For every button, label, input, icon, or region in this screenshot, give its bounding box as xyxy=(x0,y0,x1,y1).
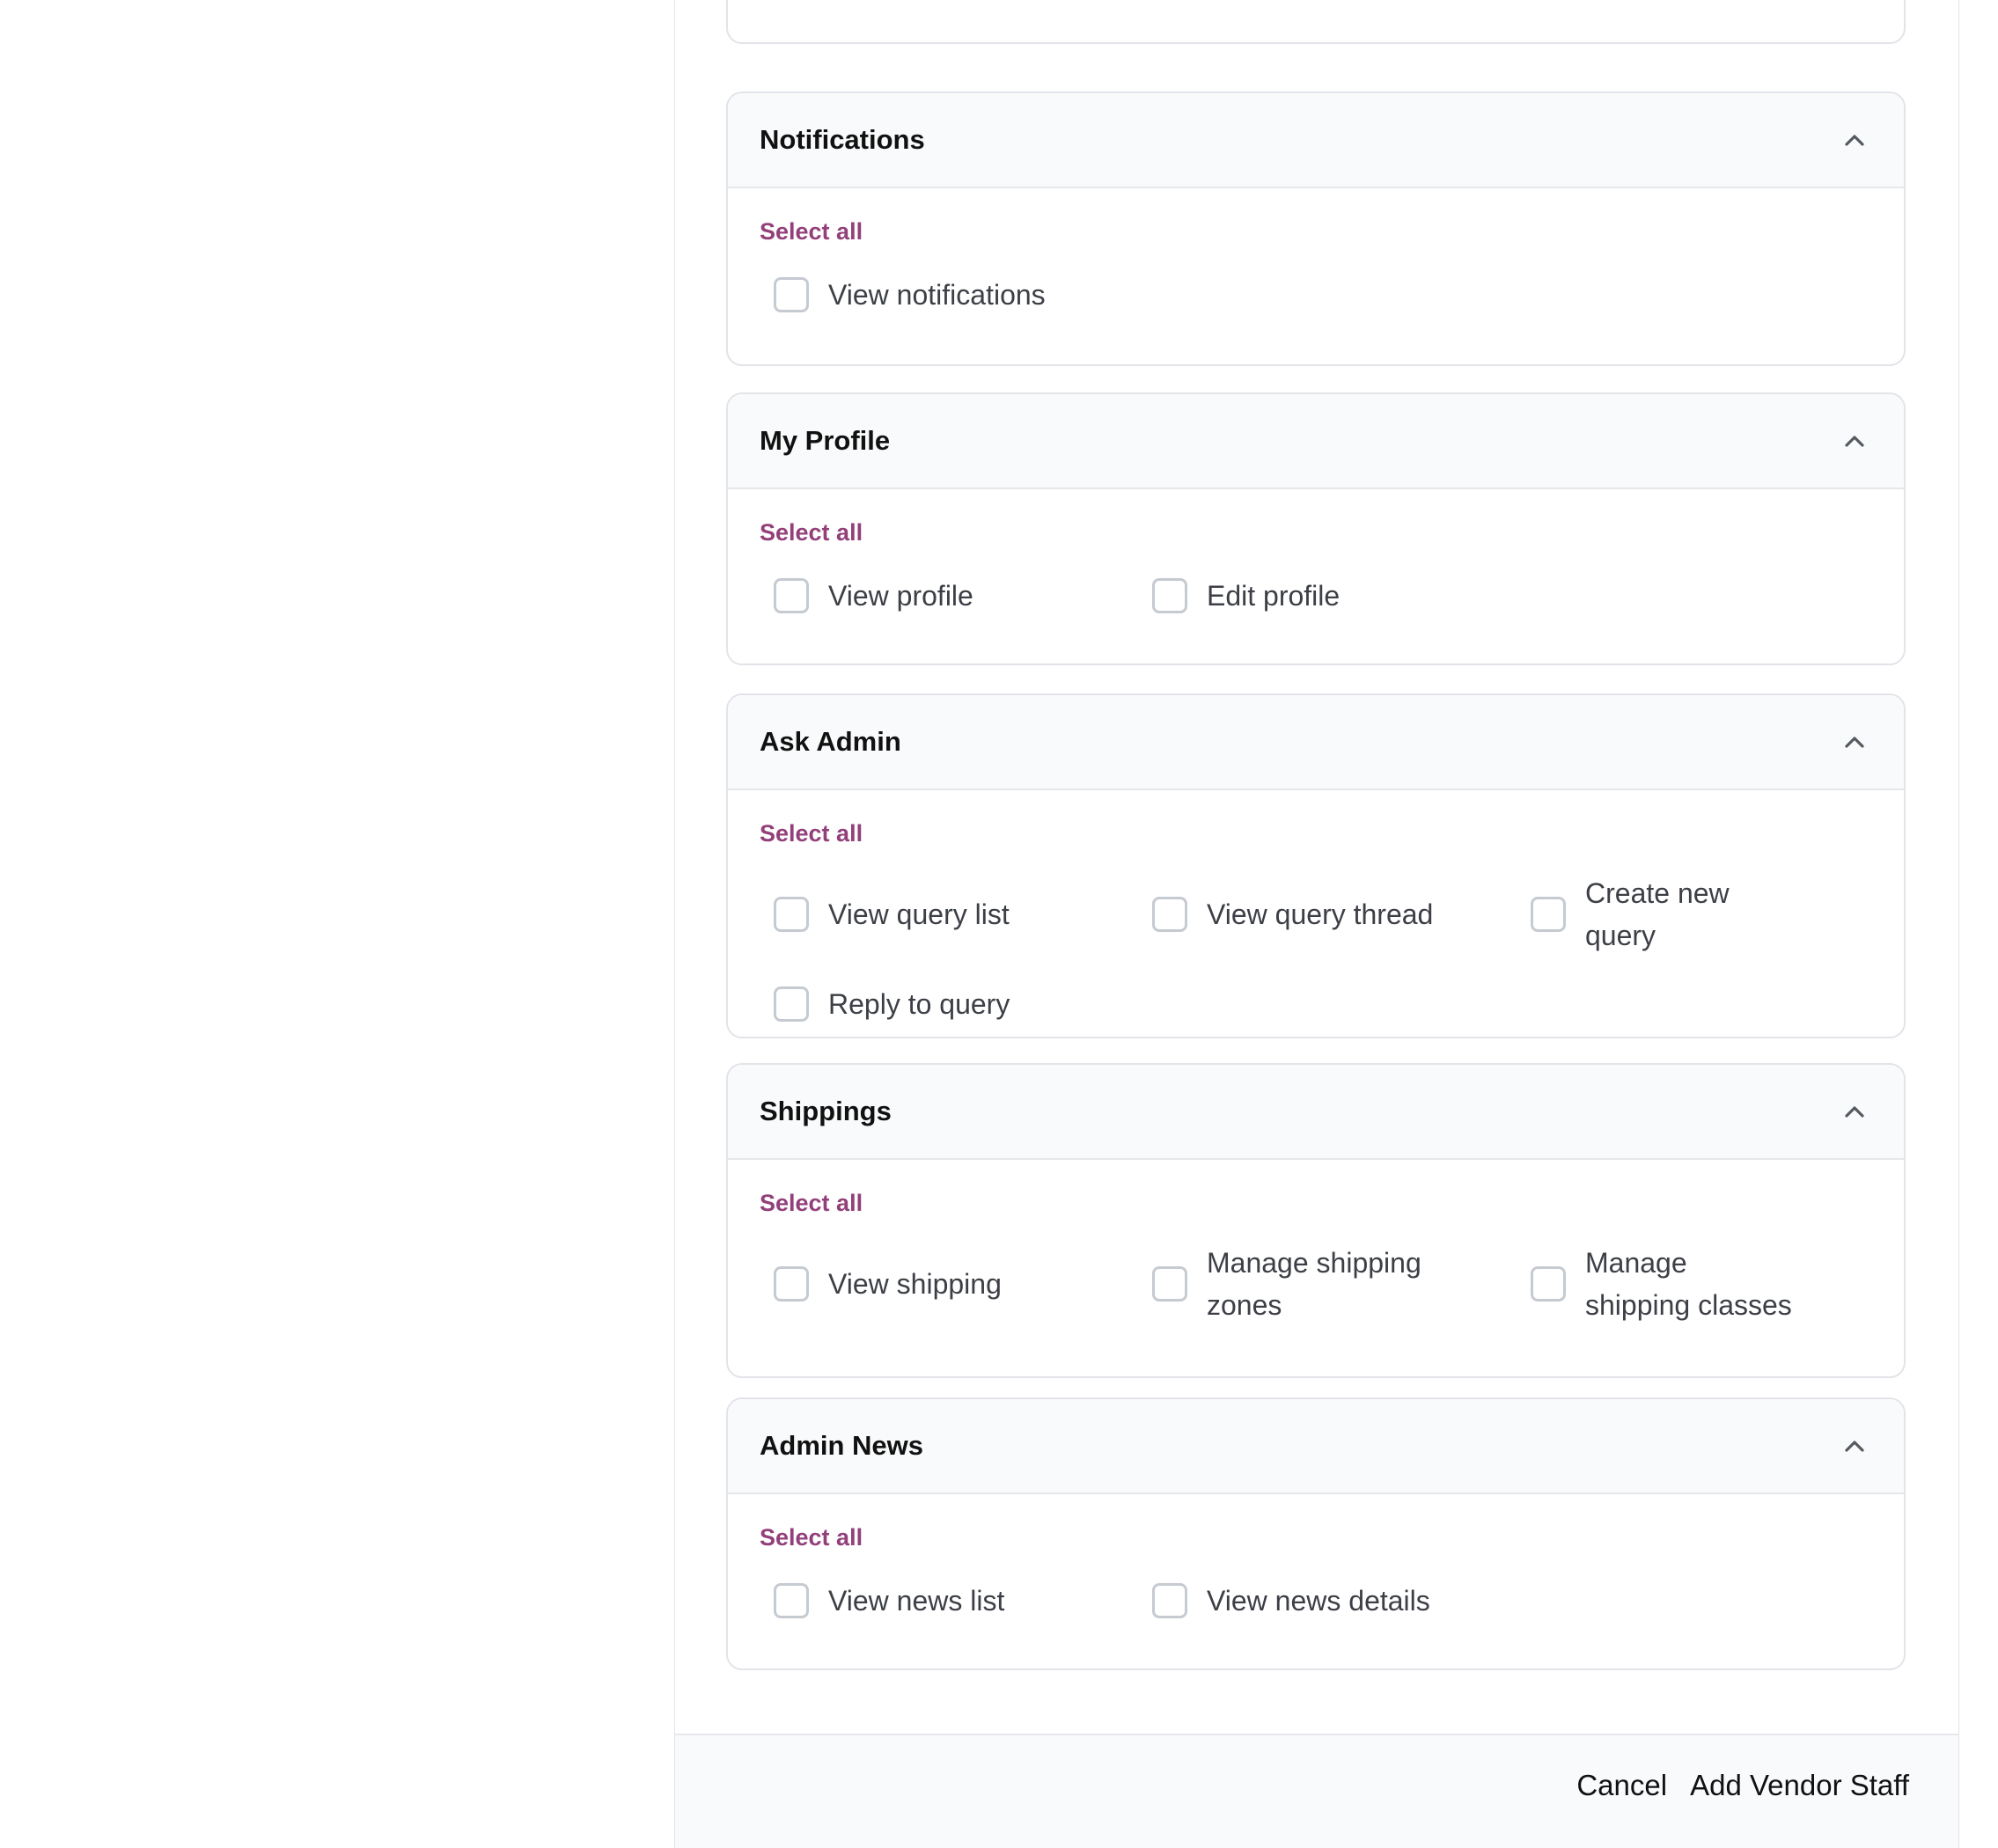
permission-label: Manage shipping classes xyxy=(1585,1247,1792,1321)
footer-actions: Cancel Add Vendor Staff xyxy=(1576,1769,1909,1802)
checkbox[interactable] xyxy=(774,897,809,932)
chevron-up-icon[interactable] xyxy=(1837,724,1872,759)
add-vendor-staff-button[interactable]: Add Vendor Staff xyxy=(1690,1769,1909,1802)
checkbox[interactable] xyxy=(1152,897,1187,932)
select-all-link[interactable]: Select all xyxy=(760,820,863,847)
modal-footer: Cancel Add Vendor Staff xyxy=(675,1734,1958,1848)
checkbox[interactable] xyxy=(1531,1266,1566,1302)
permission-checkbox[interactable]: View notifications xyxy=(774,270,1152,319)
checkbox[interactable] xyxy=(774,578,809,613)
section-title: Shippings xyxy=(760,1096,892,1126)
permission-label: Reply to query xyxy=(828,988,1010,1020)
permission-checkbox[interactable]: Manage shipping zones xyxy=(1152,1242,1531,1326)
section-header[interactable]: My Profile xyxy=(728,394,1904,489)
section-title: Notifications xyxy=(760,124,925,155)
section-title: Ask Admin xyxy=(760,726,901,757)
previous-permission-panel: followers xyxy=(726,0,1906,44)
permission-label: View news details xyxy=(1207,1585,1430,1617)
permission-checkbox[interactable]: Create new query xyxy=(1531,872,1795,957)
permission-label: View query list xyxy=(828,898,1010,930)
section-header[interactable]: Ask Admin xyxy=(728,695,1904,790)
section-notifications: Notifications Select all View notificati… xyxy=(726,92,1906,366)
checkbox[interactable] xyxy=(1152,578,1187,613)
checkbox[interactable] xyxy=(1531,897,1566,932)
chevron-up-icon[interactable] xyxy=(1837,122,1872,158)
section-header[interactable]: Notifications xyxy=(728,93,1904,188)
cancel-button[interactable]: Cancel xyxy=(1576,1769,1667,1802)
checkbox[interactable] xyxy=(774,986,809,1022)
section-shippings: Shippings Select all View shipping Manag… xyxy=(726,1063,1906,1378)
section-my-profile: My Profile Select all View profile Edit … xyxy=(726,392,1906,665)
section-ask-admin: Ask Admin Select all View query list Vie… xyxy=(726,693,1906,1038)
chevron-up-icon[interactable] xyxy=(1837,1428,1872,1463)
option-label: followers xyxy=(1599,0,1710,3)
chevron-up-icon[interactable] xyxy=(1837,423,1872,458)
section-header[interactable]: Shippings xyxy=(728,1065,1904,1160)
permission-checkbox[interactable]: View shipping xyxy=(774,1242,1152,1326)
section-title: Admin News xyxy=(760,1430,924,1461)
checkbox[interactable] xyxy=(774,1266,809,1302)
permission-label: View shipping xyxy=(828,1268,1002,1300)
permission-label: Manage shipping zones xyxy=(1207,1247,1421,1321)
permission-checkbox[interactable]: View news details xyxy=(1152,1576,1531,1625)
permission-checkbox[interactable]: Edit profile xyxy=(1152,571,1531,620)
select-all-link[interactable]: Select all xyxy=(760,519,863,546)
select-all-link[interactable]: Select all xyxy=(760,1524,863,1551)
permission-checkbox[interactable]: View profile xyxy=(774,571,1152,620)
permission-checkbox[interactable]: View query thread xyxy=(1152,872,1531,957)
section-admin-news: Admin News Select all View news list Vie… xyxy=(726,1397,1906,1670)
permission-label: Edit profile xyxy=(1207,580,1341,612)
permission-checkbox[interactable]: Manage shipping classes xyxy=(1531,1242,1795,1326)
permission-label: View news list xyxy=(828,1585,1005,1617)
permission-label: Create new query xyxy=(1585,877,1730,951)
permission-checkbox[interactable]: View news list xyxy=(774,1576,1152,1625)
chevron-up-icon[interactable] xyxy=(1837,1094,1872,1129)
permission-label: View profile xyxy=(828,580,973,612)
permission-checkbox[interactable]: View query list xyxy=(774,872,1152,957)
section-title: My Profile xyxy=(760,425,891,456)
checkbox[interactable] xyxy=(774,277,809,312)
checkbox[interactable] xyxy=(1152,1266,1187,1302)
permission-label: View notifications xyxy=(828,279,1046,311)
add-vendor-staff-modal: followers Notifications Select all View … xyxy=(674,0,1959,1848)
select-all-link[interactable]: Select all xyxy=(760,218,863,246)
section-header[interactable]: Admin News xyxy=(728,1399,1904,1494)
checkbox[interactable] xyxy=(774,1583,809,1618)
checkbox[interactable] xyxy=(1152,1583,1187,1618)
permission-checkbox[interactable]: Reply to query xyxy=(774,979,1152,1029)
select-all-link[interactable]: Select all xyxy=(760,1190,863,1217)
permission-label: View query thread xyxy=(1207,898,1434,930)
